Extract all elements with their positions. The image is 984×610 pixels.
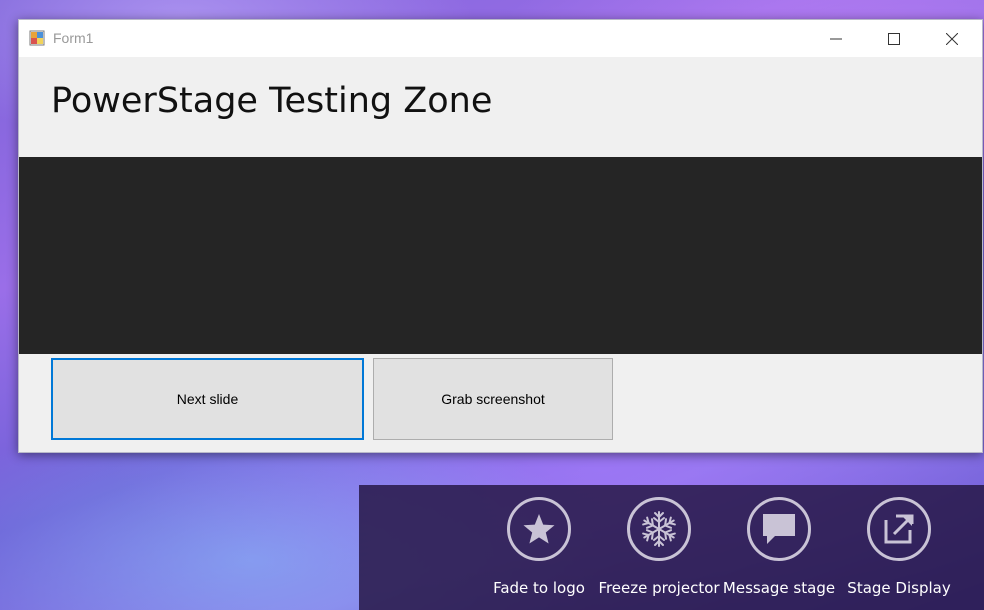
speech-bubble-icon	[763, 514, 795, 544]
fade-to-logo-circle	[507, 497, 571, 561]
maximize-icon	[888, 32, 900, 45]
stage-display-button[interactable]: Stage Display	[839, 497, 963, 607]
title-bar[interactable]: Form1	[19, 20, 982, 57]
close-button[interactable]	[923, 20, 981, 57]
freeze-projector-label: Freeze projector	[598, 579, 720, 597]
star-icon	[523, 514, 555, 544]
fade-to-logo-label: Fade to logo	[493, 579, 585, 597]
close-icon	[946, 32, 958, 45]
grab-screenshot-button[interactable]: Grab screenshot	[373, 358, 613, 440]
stage-display-label: Stage Display	[847, 579, 951, 597]
fade-to-logo-button[interactable]: Fade to logo	[479, 497, 603, 607]
minimize-icon	[830, 38, 842, 39]
app-window: Form1 PowerStage Testing Zone Next slide…	[18, 19, 983, 453]
slide-preview-panel	[19, 157, 982, 354]
page-title: PowerStage Testing Zone	[51, 81, 493, 121]
app-icon	[29, 30, 45, 46]
stage-display-circle	[867, 497, 931, 561]
stage-toolbar: Fade to logo Freeze projector Message st…	[359, 485, 984, 610]
next-slide-button[interactable]: Next slide	[51, 358, 364, 440]
snowflake-icon	[640, 511, 678, 547]
message-stage-circle	[747, 497, 811, 561]
freeze-projector-circle	[627, 497, 691, 561]
freeze-projector-button[interactable]: Freeze projector	[598, 497, 723, 607]
message-stage-label: Message stage	[722, 579, 836, 597]
window-title: Form1	[53, 30, 94, 46]
external-display-icon	[884, 514, 914, 544]
maximize-button[interactable]	[865, 20, 923, 57]
minimize-button[interactable]	[807, 20, 865, 57]
message-stage-button[interactable]: Message stage	[719, 497, 843, 607]
